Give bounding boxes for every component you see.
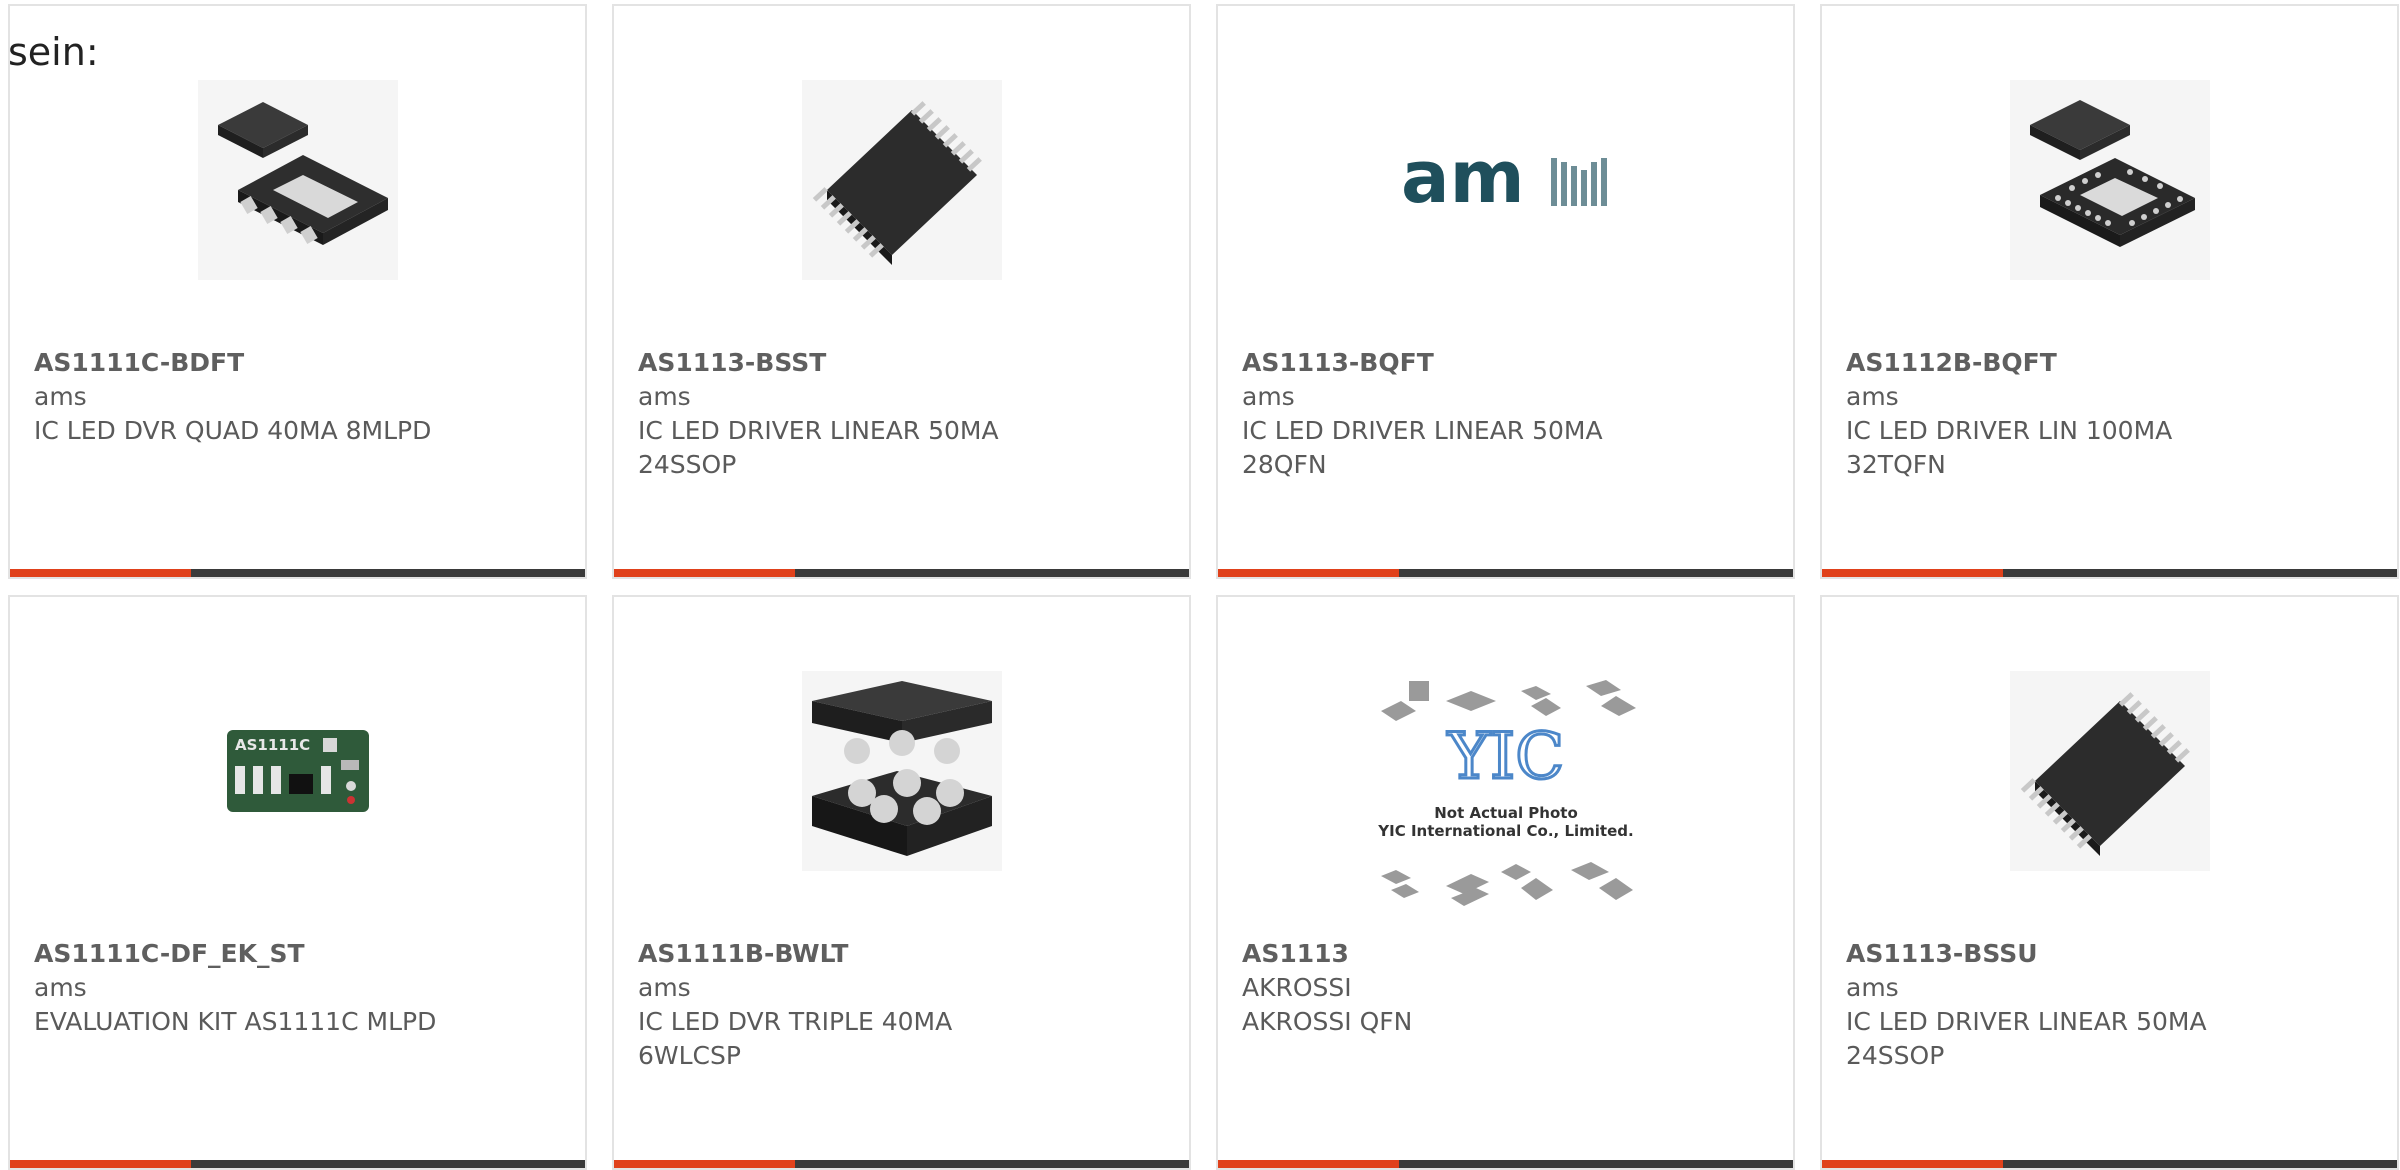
card-accent-bar <box>10 1160 585 1168</box>
dfn-package-icon <box>197 80 398 280</box>
product-image[interactable] <box>1822 661 2397 881</box>
wlcsp-package-icon <box>801 671 1002 871</box>
card-accent-bar <box>614 1160 1189 1168</box>
product-card[interactable]: AS1112B-BQFT ams IC LED DRIVER LIN 100MA… <box>1820 4 2399 579</box>
manufacturer: ams <box>638 382 691 411</box>
product-image[interactable] <box>614 661 1189 881</box>
description: EVALUATION KIT AS1111C MLPD <box>34 1007 437 1036</box>
description: IC LED DRIVER LINEAR 50MA 24SSOP <box>1846 1007 2207 1070</box>
part-number[interactable]: AS1112B-BQFT <box>1846 346 2373 380</box>
product-info: AS1111C-DF_EK_ST ams EVALUATION KIT AS11… <box>34 937 561 1039</box>
product-image[interactable]: am <box>1218 70 1793 290</box>
description: IC LED DVR TRIPLE 40MA 6WLCSP <box>638 1007 953 1070</box>
part-number[interactable]: AS1111C-BDFT <box>34 346 561 380</box>
product-card[interactable]: AS1113-BSST ams IC LED DRIVER LINEAR 50M… <box>612 4 1191 579</box>
manufacturer: ams <box>638 973 691 1002</box>
eval-board-icon: AS1111C <box>226 730 369 812</box>
qfn-package-icon <box>2009 80 2210 280</box>
svg-text:YIC: YIC <box>1446 720 1564 794</box>
manufacturer: ams <box>34 382 87 411</box>
part-number[interactable]: AS1111C-DF_EK_ST <box>34 937 561 971</box>
description: IC LED DRIVER LINEAR 50MA 28QFN <box>1242 416 1603 479</box>
description: AKROSSI QFN <box>1242 1007 1413 1036</box>
svg-text:AS1111C: AS1111C <box>235 736 310 754</box>
card-accent-bar <box>1218 569 1793 577</box>
card-accent-bar <box>1822 1160 2397 1168</box>
product-grid: AS1111C-BDFT ams IC LED DVR QUAD 40MA 8M… <box>8 4 2399 1170</box>
part-number[interactable]: AS1113-BSSU <box>1846 937 2373 971</box>
product-image[interactable]: YIC Not Actual Photo YIC International C… <box>1218 680 1793 911</box>
part-number[interactable]: AS1113-BQFT <box>1242 346 1769 380</box>
product-card[interactable]: AS1111B-BWLT ams IC LED DVR TRIPLE 40MA … <box>612 595 1191 1170</box>
description: IC LED DRIVER LINEAR 50MA 24SSOP <box>638 416 999 479</box>
part-number[interactable]: AS1113-BSST <box>638 346 1165 380</box>
product-info: AS1113-BQFT ams IC LED DRIVER LINEAR 50M… <box>1242 346 1769 482</box>
part-number[interactable]: AS1113 <box>1242 937 1769 971</box>
description: IC LED DRIVER LIN 100MA 32TQFN <box>1846 416 2173 479</box>
card-accent-bar <box>1218 1160 1793 1168</box>
product-info: AS1113-BSST ams IC LED DRIVER LINEAR 50M… <box>638 346 1165 482</box>
product-info: AS1111B-BWLT ams IC LED DVR TRIPLE 40MA … <box>638 937 1165 1073</box>
intro-text: sein: <box>8 30 99 74</box>
svg-text:Not Actual Photo: Not Actual Photo <box>1434 804 1578 822</box>
product-info: AS1111C-BDFT ams IC LED DVR QUAD 40MA 8M… <box>34 346 561 448</box>
card-accent-bar <box>10 569 585 577</box>
manufacturer: ams <box>1846 382 1899 411</box>
card-accent-bar <box>1822 569 2397 577</box>
svg-text:am: am <box>1401 140 1525 219</box>
description: IC LED DVR QUAD 40MA 8MLPD <box>34 416 432 445</box>
card-accent-bar <box>614 569 1189 577</box>
manufacturer: AKROSSI <box>1242 973 1352 1002</box>
yic-placeholder-icon: YIC Not Actual Photo YIC International C… <box>1377 680 1636 906</box>
product-image[interactable]: AS1111C <box>10 661 585 881</box>
ssop-package-icon <box>2009 671 2210 871</box>
product-card[interactable]: AS1111C-BDFT ams IC LED DVR QUAD 40MA 8M… <box>8 4 587 579</box>
ams-logo: am <box>1401 140 1607 219</box>
manufacturer: ams <box>1846 973 1899 1002</box>
product-card[interactable]: AS1111C AS1111C-DF_EK_ST ams EVALUATION … <box>8 595 587 1170</box>
product-info: AS1112B-BQFT ams IC LED DRIVER LIN 100MA… <box>1846 346 2373 482</box>
manufacturer: ams <box>1242 382 1295 411</box>
product-image[interactable] <box>614 70 1189 290</box>
ssop-package-icon <box>801 80 1002 280</box>
manufacturer: ams <box>34 973 87 1002</box>
product-info: AS1113-BSSU ams IC LED DRIVER LINEAR 50M… <box>1846 937 2373 1073</box>
product-image[interactable] <box>10 70 585 290</box>
part-number[interactable]: AS1111B-BWLT <box>638 937 1165 971</box>
product-card[interactable]: YIC Not Actual Photo YIC International C… <box>1216 595 1795 1170</box>
product-image[interactable] <box>1822 70 2397 290</box>
svg-text:YIC International Co., Limited: YIC International Co., Limited. <box>1377 822 1633 840</box>
product-card[interactable]: AS1113-BSSU ams IC LED DRIVER LINEAR 50M… <box>1820 595 2399 1170</box>
product-card[interactable]: am AS1113-BQFT ams IC LED DRIVER LINEAR … <box>1216 4 1795 579</box>
product-info: AS1113 AKROSSI AKROSSI QFN <box>1242 937 1769 1039</box>
